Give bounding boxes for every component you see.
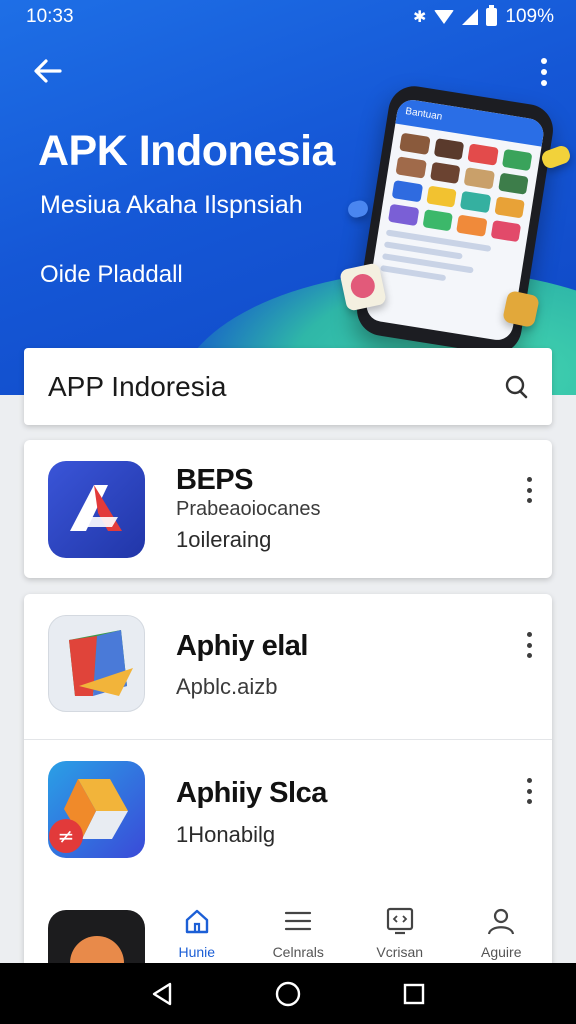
app-row[interactable]: Aphiy elal Apblc.aizb [24, 594, 552, 739]
app-icon-maps [48, 615, 145, 712]
page-title: APK Indonesia [38, 127, 335, 175]
nav-account[interactable]: Aguire [451, 900, 553, 962]
profile-icon [488, 908, 515, 935]
code-icon [386, 907, 413, 935]
app-row[interactable]: ≠ Aphiiy Slca 1Honabilg [24, 739, 552, 885]
hero-link[interactable]: Oide Pladdall [40, 261, 183, 289]
bluetooth-icon: ✱ [412, 9, 427, 26]
app-icon-drive: ≠ [48, 761, 145, 858]
search-input[interactable]: APP Indoresia [48, 371, 227, 403]
battery-percent: 109% [505, 6, 554, 27]
search-bar[interactable]: APP Indoresia [24, 348, 552, 425]
floating-chip-icon [346, 198, 370, 220]
hero-subtitle: Mesiua Akaha Ilspnsiah [40, 191, 303, 219]
list-icon [285, 911, 312, 931]
app-name: BEPS [176, 464, 253, 496]
nav-label: Hunie [178, 944, 216, 960]
nav-version[interactable]: Vcrisan [349, 900, 451, 962]
nav-home[interactable]: Hunie [146, 900, 248, 962]
status-time: 10:33 [26, 6, 74, 27]
recents-square-icon[interactable] [402, 982, 426, 1006]
app-menu-button[interactable] [524, 632, 534, 658]
app-menu-button[interactable] [524, 477, 534, 503]
back-triangle-icon[interactable] [150, 981, 174, 1007]
nav-label: Vcrisan [376, 944, 424, 960]
bottom-navigation: Hunie Celnrals Vcrisan Aguire [146, 900, 552, 962]
app-developer: Apblc.aizb [176, 674, 278, 699]
nav-label: Celnrals [272, 944, 324, 960]
wifi-icon [434, 10, 455, 24]
app-icon-beps [48, 461, 145, 558]
search-icon[interactable] [502, 373, 530, 401]
status-bar: 10:33 ✱ 109% [0, 0, 576, 34]
nav-label: Aguire [481, 944, 522, 960]
signal-icon [462, 9, 479, 25]
arrow-left-icon [34, 59, 62, 83]
floating-card-icon [339, 262, 387, 312]
battery-icon [486, 5, 498, 26]
hero-banner: 10:33 ✱ 109% APK Indonesia Mesiua Akaha … [0, 0, 576, 395]
app-meta: 1oileraing [176, 527, 272, 552]
status-icons: ✱ 109% [412, 5, 554, 28]
app-row[interactable]: BEPS Prabeaoiocanes 1oileraing [24, 440, 552, 578]
system-navigation-bar [0, 963, 576, 1024]
app-card[interactable]: BEPS Prabeaoiocanes 1oileraing [24, 440, 552, 578]
app-meta: 1Honabilg [176, 822, 276, 847]
overflow-menu-button[interactable] [534, 58, 554, 86]
home-circle-icon[interactable] [274, 980, 302, 1008]
back-button[interactable] [32, 56, 68, 86]
nav-categories[interactable]: Celnrals [248, 900, 350, 962]
app-menu-button[interactable] [524, 778, 534, 804]
app-name: Aphiiy Slca [176, 777, 327, 809]
app-developer: Prabeaoiocanes [176, 498, 321, 520]
home-icon [185, 909, 208, 934]
app-name: Aphiy elal [176, 630, 309, 662]
svg-text:≠: ≠ [58, 824, 75, 848]
